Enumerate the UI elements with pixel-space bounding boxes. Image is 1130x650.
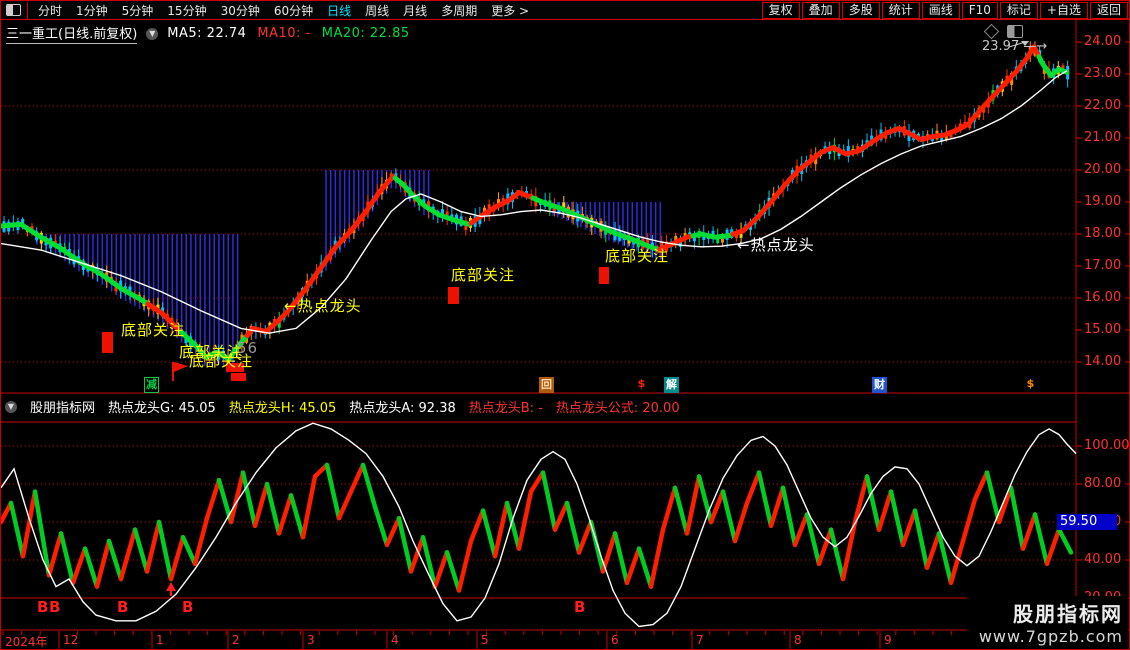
chevron-down-icon[interactable]: ▼ <box>5 400 17 413</box>
indicator-tick-label: 100.00 <box>1084 438 1130 453</box>
chart-annotation: 底部关注 <box>121 321 186 339</box>
toolbar-button-+自选[interactable]: +自选 <box>1039 1 1088 19</box>
timeline-month-label: 6 <box>611 633 619 647</box>
toolbar-divider <box>27 1 28 19</box>
b-signal-mark: B <box>182 598 193 616</box>
b-signal-mark: B <box>49 598 60 616</box>
price-tick-label: 17.00 <box>1084 258 1122 273</box>
chart-annotation: ←热点龙头 <box>284 297 362 315</box>
symbol-title[interactable]: 三一重工(日线.前复权) <box>6 23 138 44</box>
ma-values: MA5: 22.74 MA10: - MA20: 22.85 <box>167 26 409 41</box>
toolbar-button-复权[interactable]: 复权 <box>761 1 800 19</box>
ma-value: MA10: - <box>257 26 311 41</box>
event-icon-财[interactable]: 财 <box>872 377 887 393</box>
indicator-param: 热点龙头B: - <box>468 401 543 416</box>
tab-period-30分钟[interactable]: 30分钟 <box>214 2 267 19</box>
event-icon-回[interactable]: 回 <box>539 377 554 393</box>
timeline-month-label: 1 <box>156 633 164 647</box>
ma-value: MA5: 22.74 <box>167 26 247 41</box>
price-tick-label: 15.00 <box>1084 322 1122 337</box>
chart-annotation: 底部关注 <box>605 247 670 265</box>
tab-period-分时[interactable]: 分时 <box>31 2 69 19</box>
tab-period-15分钟[interactable]: 15分钟 <box>160 2 213 19</box>
chevron-down-icon[interactable]: ▼ <box>146 27 159 40</box>
timeline-month-label: 5 <box>481 633 489 647</box>
event-icon-减[interactable]: 减 <box>144 377 159 393</box>
trading-app-window: BBBBB 分时 1分钟 5分钟 15分钟 30分钟 60分钟 日线 周线 月线 多周期 更多 > … <box>0 0 1130 650</box>
tab-period-多周期[interactable]: 多周期 <box>434 2 484 19</box>
price-tick-label: 16.00 <box>1084 290 1122 305</box>
tab-period-1分钟[interactable]: 1分钟 <box>69 2 115 19</box>
watermark-site-name: 股朋指标网 <box>1013 602 1123 626</box>
indicator-values: 股朋指标网 热点龙头G: 45.05 热点龙头H: 45.05 热点龙头A: 92.3… <box>30 397 680 416</box>
window-icon[interactable] <box>6 4 21 16</box>
toolbar-button-统计[interactable]: 统计 <box>881 1 920 19</box>
indicator-tick-label: 40.00 <box>1084 552 1122 567</box>
toolbar-button-多股[interactable]: 多股 <box>841 1 880 19</box>
toolbar-button-画线[interactable]: 画线 <box>921 1 960 19</box>
ma-value: MA20: 22.85 <box>321 26 410 41</box>
price-tick-label: 23.00 <box>1084 66 1122 81</box>
timeline-month-label: 12 <box>63 633 79 647</box>
toolbar-button-返回[interactable]: 返回 <box>1089 1 1128 19</box>
timeline-month-label: 4 <box>391 633 399 647</box>
tab-period-5分钟[interactable]: 5分钟 <box>115 2 161 19</box>
period-tabs: 分时 1分钟 5分钟 15分钟 30分钟 60分钟 日线 周线 月线 多周期 更多 > <box>31 2 536 19</box>
indicator-current-value-tag: 59.50 <box>1057 513 1117 530</box>
timeline-month-label: 8 <box>794 633 802 647</box>
indicator-param: 热点龙头A: 92.38 <box>349 401 456 416</box>
price-tick-label: 14.00 <box>1084 354 1122 369</box>
event-icon-$[interactable]: $ <box>635 377 648 391</box>
event-icon-解[interactable]: 解 <box>664 377 679 393</box>
price-tick-label: 18.00 <box>1084 226 1122 241</box>
indicator-tick-label: 80.00 <box>1084 476 1122 491</box>
timeline-month-label: 7 <box>696 633 704 647</box>
price-tick-label: 22.00 <box>1084 98 1122 113</box>
chart-annotation: ←热点龙头 <box>737 236 815 254</box>
b-signal-mark: B <box>574 598 585 616</box>
indicator-header: ▼ 股朋指标网 热点龙头G: 45.05 热点龙头H: 45.05 热点龙头A: 92… <box>5 397 680 416</box>
diamond-icon[interactable] <box>983 23 1000 40</box>
high-price-label: 23.97 —→ <box>982 39 1048 54</box>
b-signal-mark: B <box>117 598 128 616</box>
timeline-month-label: 2 <box>232 633 240 647</box>
timeline-month-label: 9 <box>884 633 892 647</box>
site-watermark: 股朋指标网 www.7gpzb.com <box>966 596 1128 647</box>
tab-period-日线[interactable]: 日线 <box>320 2 358 19</box>
price-tick-label: 20.00 <box>1084 162 1122 177</box>
chart-title-bar: 三一重工(日线.前复权) ▼ MA5: 22.74 MA10: - MA20: 22… <box>6 23 410 44</box>
price-tick-label: 19.00 <box>1084 194 1122 209</box>
timeline-year-label: 2024年 <box>5 635 48 649</box>
price-tick-label: 24.00 <box>1084 34 1122 49</box>
timeline-month-label: 3 <box>307 633 315 647</box>
chart-annotation: 底部关注 <box>451 266 516 284</box>
toolbar-buttons: 复权 叠加 多股 统计 画线 F10 标记 +自选 返回 <box>760 1 1128 19</box>
watermark-url: www.7gpzb.com <box>978 627 1123 646</box>
b-signal-mark: B <box>37 598 48 616</box>
indicator-param: 热点龙头G: 45.05 <box>108 401 216 416</box>
price-tick-label: 21.00 <box>1084 130 1122 145</box>
tab-period-60分钟[interactable]: 60分钟 <box>267 2 320 19</box>
tab-period-周线[interactable]: 周线 <box>358 2 396 19</box>
chart-annotation: 56 <box>237 339 259 357</box>
toolbar-button-标记[interactable]: 标记 <box>999 1 1038 19</box>
tab-period-月线[interactable]: 月线 <box>396 2 434 19</box>
chart-corner-icons <box>983 23 1023 40</box>
indicator-param: 热点龙头公式: 20.00 <box>555 401 680 416</box>
event-icon-$[interactable]: $ <box>1024 377 1037 391</box>
toolbar-button-叠加[interactable]: 叠加 <box>801 1 840 19</box>
toolbar-button-F10[interactable]: F10 <box>961 1 998 19</box>
indicator-param: 热点龙头H: 45.05 <box>228 401 337 416</box>
panel-toggle-icon[interactable] <box>1007 25 1023 38</box>
toolbar: 分时 1分钟 5分钟 15分钟 30分钟 60分钟 日线 周线 月线 多周期 更多 > 复权 叠加 多股… <box>1 1 1129 20</box>
tab-period-更多 >[interactable]: 更多 > <box>484 2 536 19</box>
indicator-param: 股朋指标网 <box>30 401 96 416</box>
